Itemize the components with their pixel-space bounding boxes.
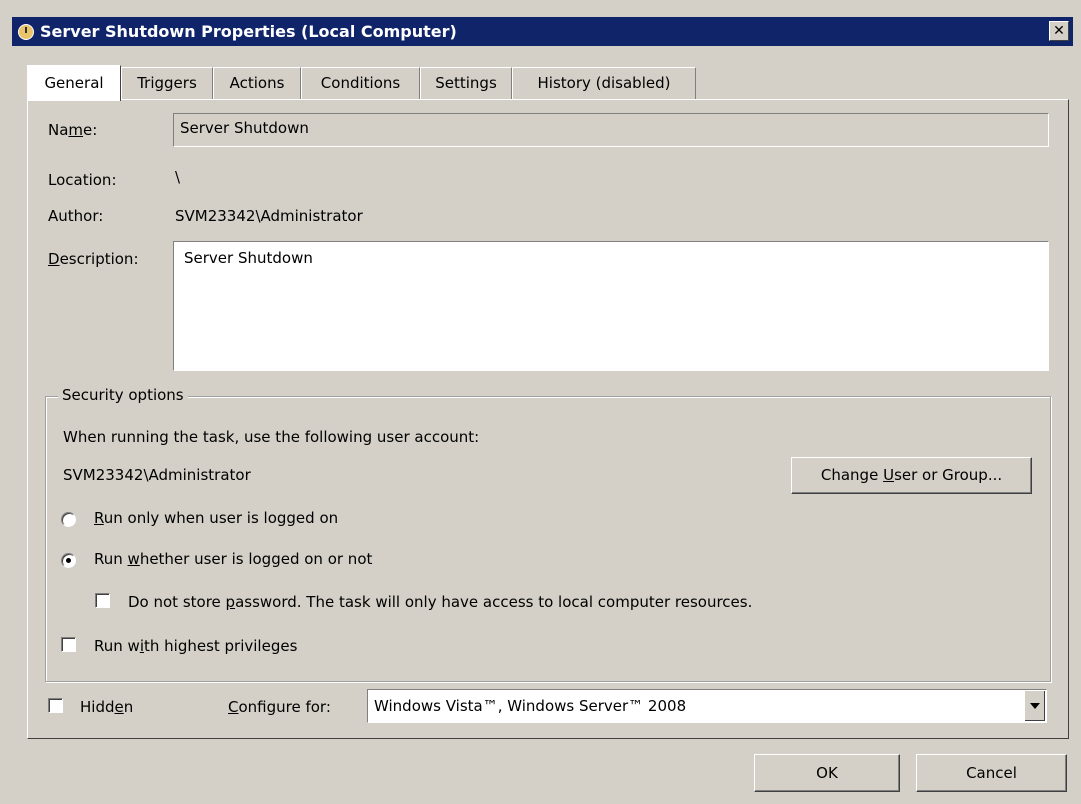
run-whether-label[interactable]: Run whether user is logged on or not [94, 550, 372, 568]
cancel-button[interactable]: Cancel [916, 754, 1067, 792]
close-button[interactable]: ✕ [1049, 21, 1069, 41]
tab-general[interactable]: General [27, 65, 121, 101]
hidden-label[interactable]: Hidden [80, 698, 133, 716]
run-logged-on-radio[interactable] [61, 512, 76, 527]
author-value: SVM23342\Administrator [175, 207, 363, 225]
configure-for-label: Configure for: [228, 698, 331, 716]
configure-for-select[interactable]: Windows Vista™, Windows Server™ 2008 [367, 689, 1047, 723]
location-value: \ [175, 168, 181, 186]
tab-history[interactable]: History (disabled) [512, 67, 696, 99]
change-user-button[interactable]: Change User or Group... [791, 457, 1032, 494]
security-options-title: Security options [58, 386, 188, 404]
highest-privileges-label[interactable]: Run with highest privileges [94, 637, 297, 655]
window-title: Server Shutdown Properties (Local Comput… [40, 22, 457, 41]
task-scheduler-icon [18, 24, 34, 40]
tab-settings[interactable]: Settings [420, 67, 512, 99]
author-label: Author: [48, 207, 104, 225]
location-label: Location: [48, 171, 117, 189]
tab-actions[interactable]: Actions [213, 67, 301, 99]
dropdown-arrow-icon[interactable] [1024, 691, 1045, 721]
tab-conditions[interactable]: Conditions [301, 67, 420, 99]
highest-privileges-checkbox[interactable] [61, 637, 76, 652]
do-not-store-password-label[interactable]: Do not store password. The task will onl… [128, 593, 752, 611]
name-field[interactable]: Server Shutdown [173, 113, 1049, 147]
configure-for-value: Windows Vista™, Windows Server™ 2008 [374, 697, 687, 715]
run-whether-radio[interactable] [61, 553, 76, 568]
run-logged-on-label[interactable]: Run only when user is logged on [94, 509, 338, 527]
title-bar: Server Shutdown Properties (Local Comput… [12, 17, 1073, 46]
do-not-store-password-checkbox[interactable] [95, 593, 110, 608]
account-value: SVM23342\Administrator [63, 466, 251, 484]
account-prompt: When running the task, use the following… [63, 428, 480, 446]
ok-button[interactable]: OK [754, 754, 900, 792]
name-label: Name: [48, 121, 98, 139]
description-label: Description: [48, 250, 139, 268]
tab-triggers[interactable]: Triggers [121, 67, 213, 99]
description-field[interactable]: Server Shutdown [173, 241, 1049, 371]
hidden-checkbox[interactable] [48, 698, 63, 713]
